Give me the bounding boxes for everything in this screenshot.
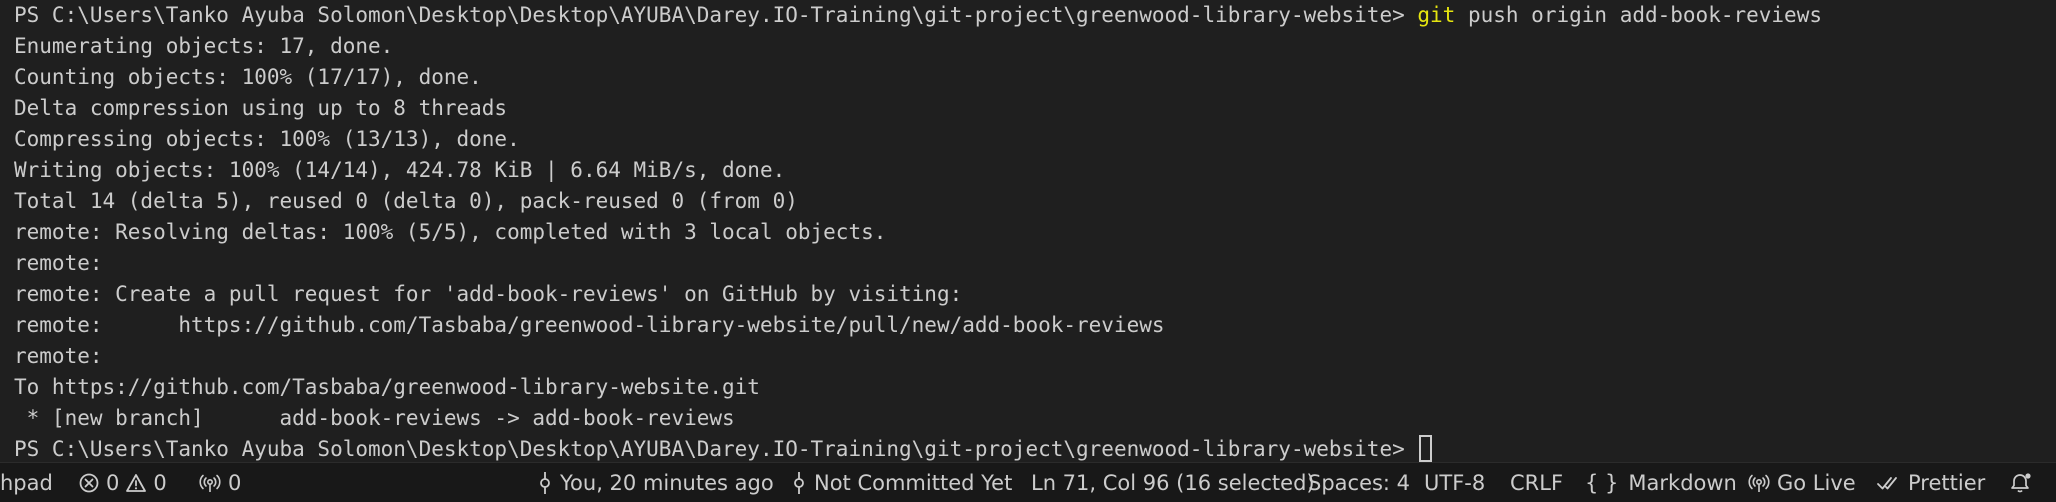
terminal-output-line: Counting objects: 100% (17/17), done. <box>14 65 482 89</box>
status-cursor-position-label: Ln 71, Col 96 (16 selected) <box>1031 471 1315 495</box>
status-git-blame[interactable]: You, 20 minutes ago <box>536 463 774 502</box>
status-eol-label: CRLF <box>1510 471 1564 495</box>
terminal-panel[interactable]: PS C:\Users\Tanko Ayuba Solomon\Desktop\… <box>0 0 2056 462</box>
terminal-command-name: git <box>1417 3 1456 27</box>
terminal-output-line: Compressing objects: 100% (13/13), done. <box>14 127 520 151</box>
status-encoding[interactable]: UTF-8 <box>1424 463 1485 502</box>
status-language-label: Markdown <box>1628 471 1737 495</box>
terminal-output-line: Writing objects: 100% (14/14), 424.78 Ki… <box>14 158 786 182</box>
status-encoding-label: UTF-8 <box>1424 471 1486 495</box>
terminal-command-args: push origin add-book-reviews <box>1455 3 1822 27</box>
terminal-prompt: PS C:\Users\Tanko Ayuba Solomon\Desktop\… <box>14 3 1418 27</box>
status-prettier-label: Prettier <box>1908 471 1986 495</box>
broadcast-icon <box>1747 472 1771 494</box>
status-ports[interactable]: 0 <box>198 463 241 502</box>
status-cursor-position[interactable]: Ln 71, Col 96 (16 selected) <box>1031 463 1315 502</box>
status-workspace-label: hpad <box>0 471 53 495</box>
terminal-output-link-line[interactable]: remote: https://github.com/Tasbaba/green… <box>14 310 1165 341</box>
terminal-output-line: remote: Create a pull request for 'add-b… <box>14 282 963 306</box>
terminal-output-line: Enumerating objects: 17, done. <box>14 34 394 58</box>
status-warning-count: 0 <box>153 471 167 495</box>
double-check-icon <box>1876 473 1902 493</box>
warning-triangle-icon <box>125 472 147 494</box>
error-circle-icon <box>78 472 100 494</box>
git-commit-icon <box>536 471 554 495</box>
status-workspace[interactable]: hpad <box>0 463 53 502</box>
terminal-output-line: * [new branch] add-book-reviews -> add-b… <box>14 406 735 430</box>
status-indentation-label: Spaces: 4 <box>1308 471 1411 495</box>
status-prettier[interactable]: Prettier <box>1876 463 1985 502</box>
terminal-prompt-line: PS C:\Users\Tanko Ayuba Solomon\Desktop\… <box>14 434 1433 462</box>
status-error-count: 0 <box>106 471 120 495</box>
terminal-output-line: remote: <box>14 251 103 275</box>
terminal-prompt: PS C:\Users\Tanko Ayuba Solomon\Desktop\… <box>14 437 1418 461</box>
status-commit-label: Not Committed Yet <box>814 471 1013 495</box>
terminal-output-line: remote: <box>14 344 103 368</box>
status-git-blame-label: You, 20 minutes ago <box>560 471 774 495</box>
status-go-live-label: Go Live <box>1777 471 1856 495</box>
status-problems[interactable]: 0 0 <box>78 463 167 502</box>
status-notifications-button[interactable] <box>2008 463 2034 502</box>
terminal-output-line: remote: Resolving deltas: 100% (5/5), co… <box>14 220 887 244</box>
bell-icon <box>2008 471 2034 495</box>
terminal-output-line: Delta compression using up to 8 threads <box>14 96 508 120</box>
status-go-live-button[interactable]: Go Live <box>1747 463 1856 502</box>
terminal-output-line: Total 14 (delta 5), reused 0 (delta 0), … <box>14 189 798 213</box>
status-indentation[interactable]: Spaces: 4 <box>1308 463 1410 502</box>
broadcast-icon <box>198 472 222 494</box>
status-ports-count: 0 <box>228 471 242 495</box>
terminal-prompt-line: PS C:\Users\Tanko Ayuba Solomon\Desktop\… <box>14 0 1822 31</box>
terminal-cursor <box>1419 435 1433 462</box>
terminal-output-link-line[interactable]: To https://github.com/Tasbaba/greenwood-… <box>14 372 760 403</box>
git-commit-icon <box>790 471 808 495</box>
status-language-mode[interactable]: { } Markdown <box>1585 463 1737 502</box>
status-eol[interactable]: CRLF <box>1510 463 1563 502</box>
braces-icon: { } <box>1585 471 1619 495</box>
status-commit[interactable]: Not Committed Yet <box>790 463 1012 502</box>
status-bar: hpad 0 0 0 You, 20 minutes ago Not Commi… <box>0 462 2056 502</box>
